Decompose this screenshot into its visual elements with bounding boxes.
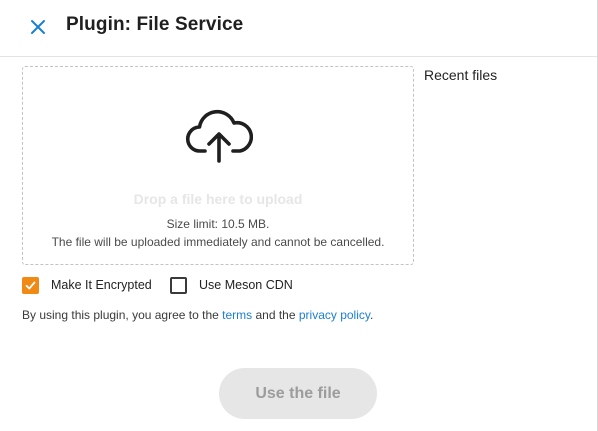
cdn-checkbox-row[interactable]: Use Meson CDN: [170, 276, 293, 294]
terms-suffix: .: [370, 308, 374, 322]
use-file-button[interactable]: Use the file: [219, 368, 377, 419]
dialog-header: Plugin: File Service: [0, 0, 597, 57]
page-title: Plugin: File Service: [66, 14, 244, 35]
terms-link[interactable]: terms: [222, 308, 252, 322]
plugin-dialog: Plugin: File Service Drop a file here to…: [0, 0, 598, 431]
cdn-checkbox[interactable]: [170, 276, 187, 294]
drop-hint-text: Drop a file here to upload: [133, 191, 303, 207]
recent-files-heading: Recent files: [424, 67, 498, 83]
cdn-checkbox-label: Use Meson CDN: [199, 278, 293, 292]
close-button[interactable]: [27, 16, 49, 38]
terms-middle: and the: [252, 308, 299, 322]
terms-notice: By using this plugin, you agree to the t…: [22, 308, 373, 322]
file-drop-zone[interactable]: Drop a file here to upload Size limit: 1…: [22, 66, 414, 265]
encrypted-checkbox-row[interactable]: Make It Encrypted: [22, 276, 152, 294]
close-icon: [31, 20, 45, 34]
encrypted-checkbox[interactable]: [22, 276, 39, 294]
checkmark-icon: [25, 281, 36, 289]
size-limit-text: Size limit: 10.5 MB.: [166, 217, 270, 231]
terms-prefix: By using this plugin, you agree to the: [22, 308, 223, 322]
encrypted-checkbox-label: Make It Encrypted: [51, 278, 152, 292]
cloud-upload-icon: [185, 109, 253, 163]
privacy-policy-link[interactable]: privacy policy: [299, 308, 370, 322]
upload-note-text: The file will be uploaded immediately an…: [51, 235, 385, 249]
